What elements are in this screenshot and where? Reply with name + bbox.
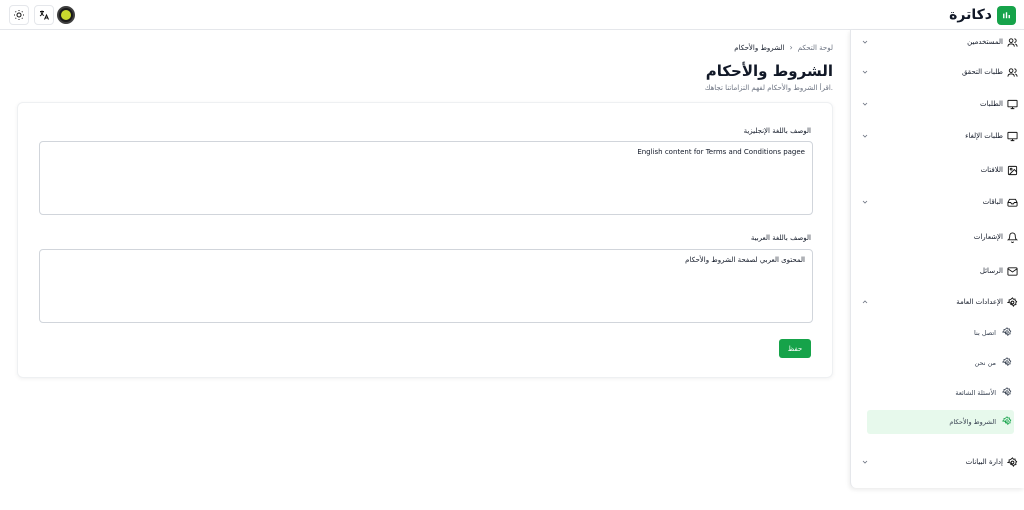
sidebar-item-label: اللافتات <box>980 166 1003 174</box>
chevron-up-icon <box>862 300 868 304</box>
sidebar-item-label: الطلبات <box>980 100 1003 108</box>
sidebar-subitem-contact-us[interactable]: اتصل بنا <box>867 321 1014 345</box>
arabic-description-textarea[interactable]: المحتوى العربي لصفحة الشروط والأحكام <box>39 249 813 323</box>
gear-icon <box>1007 456 1018 468</box>
sidebar-subitem-terms[interactable]: الشروط والأحكام <box>867 410 1014 434</box>
monitor-icon <box>1007 131 1018 142</box>
theme-toggle-button[interactable] <box>9 5 29 25</box>
sidebar-item-label: الإعدادات العامة <box>956 298 1003 306</box>
gear-icon <box>1001 416 1012 428</box>
sidebar-item-verification-requests[interactable]: طلبات التحقق <box>857 60 1018 84</box>
sidebar-item-cancellation-requests[interactable]: طلبات الإلغاء <box>857 124 1018 148</box>
brand-logo-icon <box>997 5 1016 25</box>
page-title: الشروط والأحكام <box>705 62 833 80</box>
bell-icon <box>1007 232 1018 243</box>
chevron-down-icon <box>862 134 868 138</box>
sidebar-item-users[interactable]: المستخدمين <box>857 30 1018 54</box>
language-button[interactable] <box>34 5 54 25</box>
avatar-image <box>61 10 71 20</box>
brand-name: دكاترة <box>949 7 992 23</box>
user-avatar[interactable] <box>57 6 75 24</box>
gear-icon <box>1001 357 1012 369</box>
sidebar-item-label: الرسائل <box>979 267 1003 275</box>
sidebar-item-label: إدارة البيانات <box>965 458 1003 466</box>
breadcrumb-separator: › <box>789 43 793 52</box>
sidebar-item-messages[interactable]: الرسائل <box>857 259 1018 283</box>
brand[interactable]: دكاترة <box>949 5 1016 25</box>
sidebar-item-packages[interactable]: الباقات <box>857 190 1018 214</box>
image-icon <box>1007 165 1018 176</box>
english-description-label: الوصف باللغة الإنجليزية <box>743 127 811 135</box>
sidebar-item-label: الإشعارات <box>973 233 1003 241</box>
translate-icon <box>39 10 49 20</box>
chevron-down-icon <box>862 40 868 44</box>
sidebar-subitem-label: من نحن <box>974 359 996 367</box>
english-description-textarea[interactable]: English content for Terms and Conditions… <box>39 141 813 215</box>
sidebar-subitem-label: الشروط والأحكام <box>949 418 996 426</box>
save-button[interactable]: حفظ <box>779 339 811 358</box>
page-subtitle: اقرأ الشروط والأحكام لفهم التزاماتنا تجا… <box>704 84 833 92</box>
top-header: دكاترة <box>0 0 1024 30</box>
sidebar-subitem-about-us[interactable]: من نحن <box>867 351 1014 375</box>
sidebar-item-data-management[interactable]: إدارة البيانات <box>857 450 1018 474</box>
mail-icon <box>1007 266 1018 277</box>
chevron-down-icon <box>862 70 868 74</box>
sidebar-item-label: طلبات التحقق <box>961 68 1003 76</box>
terms-form-card: الوصف باللغة الإنجليزية English content … <box>17 102 833 378</box>
sidebar-item-banners[interactable]: اللافتات <box>857 158 1018 182</box>
chevron-down-icon <box>862 102 868 106</box>
sidebar-item-orders[interactable]: الطلبات <box>857 92 1018 116</box>
sidebar-subitem-label: الأسئلة الشائعة <box>955 389 996 397</box>
inbox-icon <box>1007 197 1018 208</box>
gear-icon <box>1007 296 1018 308</box>
users-icon <box>1007 67 1018 78</box>
gear-icon <box>1001 387 1012 399</box>
breadcrumb: لوحة التحكم › الشروط والأحكام <box>734 43 833 52</box>
sidebar-item-notifications[interactable]: الإشعارات <box>857 225 1018 249</box>
breadcrumb-home-link[interactable]: لوحة التحكم <box>798 44 833 52</box>
arabic-description-label: الوصف باللغة العربية <box>750 234 811 242</box>
sidebar-subitem-faq[interactable]: الأسئلة الشائعة <box>867 381 1014 405</box>
sidebar-item-general-settings[interactable]: الإعدادات العامة <box>857 290 1018 314</box>
chevron-down-icon <box>862 460 868 464</box>
chevron-down-icon <box>862 200 868 204</box>
breadcrumb-current: الشروط والأحكام <box>734 43 785 52</box>
sun-icon <box>14 10 24 20</box>
sidebar-item-label: الباقات <box>982 198 1003 206</box>
sidebar: المستخدمين طلبات التحقق الطلبات طلبات ال… <box>850 30 1024 488</box>
sidebar-subitem-label: اتصل بنا <box>974 329 996 337</box>
users-icon <box>1007 37 1018 48</box>
gear-icon <box>1001 327 1012 339</box>
sidebar-item-label: طلبات الإلغاء <box>965 132 1003 140</box>
sidebar-item-label: المستخدمين <box>967 38 1003 46</box>
monitor-icon <box>1007 99 1018 110</box>
